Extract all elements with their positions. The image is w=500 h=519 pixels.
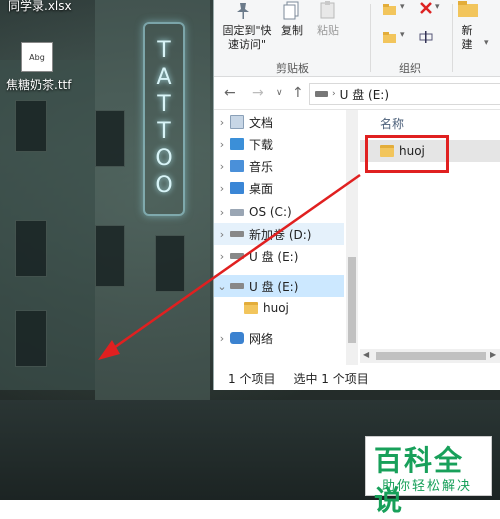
- watermark-subtitle: 助你轻松解决: [382, 479, 473, 494]
- watermark-logo: 百科全说 助你轻松解决: [365, 436, 492, 517]
- annotation-arrow: [98, 173, 361, 360]
